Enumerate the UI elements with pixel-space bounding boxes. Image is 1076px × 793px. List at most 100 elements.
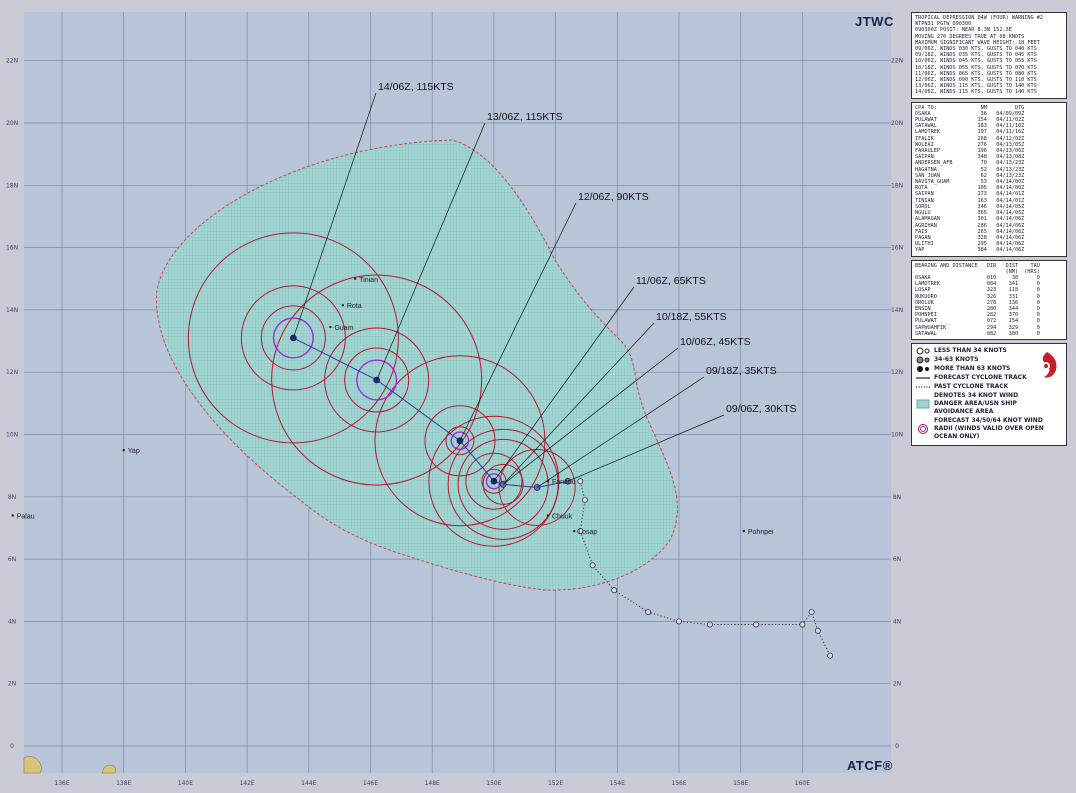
forecast-time-label: 12/06Z, 90KTS (578, 191, 649, 203)
past-position-marker (814, 627, 821, 634)
place-marker (353, 277, 357, 280)
longitude-label: 156E (671, 780, 686, 787)
place-label: Yap (128, 448, 140, 455)
latitude-label-left: 12N (6, 369, 18, 376)
past-position-marker (676, 618, 682, 625)
longitude-label: 160E (795, 780, 810, 787)
legend-box: LESS THAN 34 KNOTS 34-63 KNOTS MORE THAN 6… (911, 342, 1067, 446)
place-label: Palau (17, 513, 35, 520)
latitude-label-left: 8N (8, 494, 16, 501)
danger-area-icon (916, 399, 930, 409)
latitude-label-left: 20N (6, 120, 18, 127)
less-than-34-icon (916, 347, 930, 355)
longitude-label: 146E (363, 780, 378, 787)
longitude-label: 136E (54, 780, 69, 787)
place-label: Pohnpei (748, 529, 774, 536)
forecast-time-label: 14/06Z, 115KTS (378, 81, 454, 93)
forecast-time-label: 11/06Z, 65KTS (636, 275, 706, 287)
latitude-label-left: 0 (10, 743, 14, 750)
forecast-time-label: 10/18Z, 55KTS (656, 311, 727, 323)
place-marker (572, 529, 576, 533)
warning-box: TROPICAL DEPRESSION 04W (FOUR) WARNING #… (911, 12, 1067, 99)
latitude-label-right: 20N (891, 120, 903, 127)
latitude-label-right: 12N (891, 369, 903, 376)
latitude-label-left: 22N (6, 58, 18, 65)
past-position-marker (577, 478, 584, 485)
past-position-marker (706, 621, 713, 628)
latitude-label-right: 22N (891, 58, 903, 65)
past-position-marker (808, 609, 815, 616)
more-than-63-icon (916, 365, 930, 373)
legend-label: FORECAST CYCLONE TRACK (934, 373, 1027, 381)
longitude-label: 158E (733, 780, 748, 787)
place-marker (329, 325, 332, 329)
latitude-label-right: 14N (891, 307, 903, 314)
place-label: Chuuk (552, 513, 573, 520)
latitude-label-left: 2N (8, 681, 16, 688)
place-label: Guam (334, 325, 353, 332)
wind-radii-icon (916, 423, 930, 434)
legend-label: MORE THAN 63 KNOTS (934, 364, 1011, 372)
longitude-label: 148E (425, 780, 440, 787)
cpa-row: YAP 384 04/14/06Z (915, 247, 1025, 254)
34-63-icon (916, 356, 930, 364)
latitude-label-left: 4N (8, 618, 16, 625)
past-position-marker (581, 496, 588, 503)
place-label: Losap (578, 529, 597, 536)
place-label: Tinian (359, 277, 378, 284)
latitude-label-right: 4N (893, 618, 901, 625)
latitude-label-right: 18N (891, 182, 903, 189)
latitude-label-left: 16N (6, 245, 18, 252)
past-position-marker (827, 652, 834, 659)
longitude-label: 140E (178, 780, 193, 787)
past-position-marker (645, 609, 652, 616)
latitude-label-right: 0 (895, 743, 899, 750)
latitude-label-right: 6N (893, 556, 901, 563)
longitude-label: 154E (610, 780, 625, 787)
agency-label: JTWC (855, 14, 894, 29)
longitude-label: 142E (239, 780, 254, 787)
place-marker (122, 448, 125, 452)
forecast-track-icon (916, 374, 930, 382)
legend-label: PAST CYCLONE TRACK (934, 382, 1009, 390)
forecast-time-label: 09/06Z, 30KTS (726, 403, 797, 415)
place-label: Fananu (552, 479, 576, 486)
longitude-label: 144E (301, 780, 316, 787)
past-position-marker (589, 562, 596, 569)
latitude-label-left: 18N (6, 182, 18, 189)
bearing-row: SATAWAL 082 380 0 (915, 330, 1040, 337)
bearing-box: BEARING AND DISTANCE DIR DIST TAU (NM) (… (911, 259, 1067, 340)
latitude-label-left: 6N (8, 556, 16, 563)
longitude-label: 138E (116, 780, 131, 787)
place-label: Rota (347, 303, 362, 310)
legend-item: PAST CYCLONE TRACK (916, 383, 1062, 391)
legend-label: DENOTES 34 KNOT WIND DANGER AREA/USN SHI… (934, 391, 1019, 415)
place-marker (341, 304, 345, 307)
latitude-label-right: 10N (891, 432, 903, 439)
latitude-label-right: 8N (893, 494, 901, 501)
forecast-time-label: 10/06Z, 45KTS (680, 336, 751, 348)
longitude-label: 152E (548, 780, 563, 787)
latitude-label-right: 2N (893, 681, 901, 688)
legend-item: FORECAST 34/50/64 KNOT WIND RADII (WINDS… (916, 417, 1062, 441)
cpa-box: CPA TO: NM DTG OSAKA 36 04/09/09Z PULAWAT … (911, 101, 1067, 257)
legend-label: FORECAST 34/50/64 KNOT WIND RADII (WINDS… (934, 416, 1044, 440)
latitude-label-left: 14N (6, 307, 18, 314)
info-panel: TROPICAL DEPRESSION 04W (FOUR) WARNING #… (911, 12, 1067, 446)
legend-label: LESS THAN 34 KNOTS (934, 346, 1007, 354)
latitude-label-right: 16N (891, 245, 903, 252)
legend-item: DENOTES 34 KNOT WIND DANGER AREA/USN SHI… (916, 392, 1062, 416)
forecast-time-label: 13/06Z, 115KTS (487, 111, 563, 123)
past-track-icon (916, 383, 930, 391)
legend-label: 34-63 KNOTS (934, 355, 979, 363)
place-marker (546, 514, 550, 517)
forecast-time-label: 09/18Z, 35KTS (706, 365, 777, 377)
jtwc-emblem-icon (1034, 350, 1060, 380)
atcf-label: ATCF® (847, 758, 893, 773)
past-position-marker (611, 587, 618, 594)
place-marker (11, 514, 14, 517)
place-marker (742, 529, 746, 533)
past-position-marker (799, 621, 806, 628)
latitude-label-left: 10N (6, 432, 18, 439)
past-position-marker (753, 621, 760, 628)
